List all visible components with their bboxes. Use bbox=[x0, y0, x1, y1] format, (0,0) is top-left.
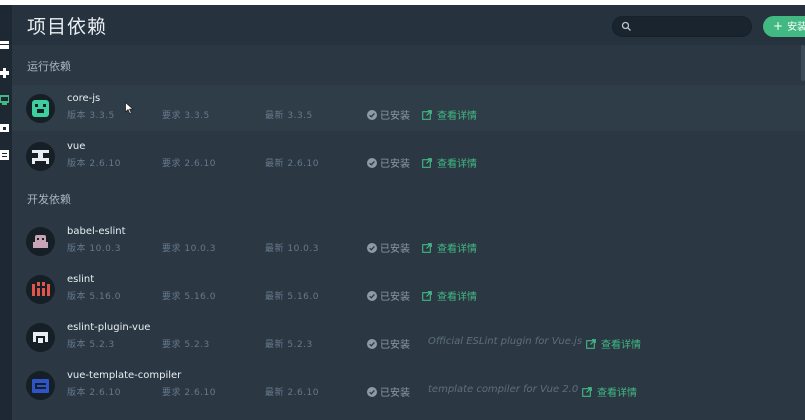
package-name: babel-eslint bbox=[67, 226, 126, 237]
scrollbar[interactable] bbox=[801, 45, 805, 81]
package-name: vue bbox=[67, 141, 86, 152]
install-status: 已安装 bbox=[367, 155, 410, 170]
view-details-link[interactable]: 查看详情 bbox=[422, 155, 477, 170]
plus-icon: + bbox=[773, 19, 784, 33]
package-avatar bbox=[26, 275, 55, 304]
page-header: 项目依赖 +安装依赖 bbox=[12, 5, 805, 45]
check-circle-icon bbox=[367, 158, 377, 168]
external-link-icon bbox=[422, 110, 432, 120]
page-title: 项目依赖 bbox=[27, 16, 108, 38]
check-circle-icon bbox=[367, 110, 377, 120]
external-link-icon bbox=[422, 158, 432, 168]
dependency-row[interactable]: eslint 版本 5.16.0 要求 5.16.0 最新 5.16.0 已安装… bbox=[12, 266, 805, 312]
package-description: template compiler for Vue 2.0 bbox=[428, 384, 579, 395]
sidebar bbox=[0, 5, 12, 420]
search-box[interactable] bbox=[612, 16, 752, 37]
section-runtime-title: 运行依赖 bbox=[27, 60, 71, 73]
external-link-icon bbox=[586, 339, 596, 349]
dependency-row[interactable]: babel-eslint 版本 10.0.3 要求 10.0.3 最新 10.0… bbox=[12, 218, 805, 264]
package-latest: 最新 3.3.5 bbox=[265, 111, 313, 121]
check-circle-icon bbox=[367, 243, 377, 253]
details-label: 查看详情 bbox=[437, 244, 477, 255]
status-label: 已安装 bbox=[380, 292, 410, 303]
install-status: 已安装 bbox=[367, 336, 410, 351]
dependencies-icon[interactable] bbox=[0, 95, 9, 105]
search-icon bbox=[621, 21, 631, 31]
dependency-row[interactable]: vue-template-compiler 版本 2.6.10 要求 2.6.1… bbox=[12, 362, 805, 408]
package-name: vue-template-compiler bbox=[67, 370, 182, 381]
package-version: 版本 2.6.10 bbox=[67, 159, 121, 169]
package-latest: 最新 5.16.0 bbox=[265, 292, 319, 302]
dashboard-icon[interactable] bbox=[0, 40, 9, 50]
package-wanted: 要求 5.2.3 bbox=[162, 340, 210, 350]
install-status: 已安装 bbox=[367, 288, 410, 303]
view-details-link[interactable]: 查看详情 bbox=[422, 288, 477, 303]
view-details-link[interactable]: 查看详情 bbox=[586, 336, 641, 351]
plugins-icon[interactable] bbox=[0, 68, 9, 78]
package-latest: 最新 10.0.3 bbox=[265, 244, 319, 254]
check-circle-icon bbox=[367, 339, 377, 349]
package-avatar bbox=[26, 142, 55, 171]
view-details-link[interactable]: 查看详情 bbox=[582, 384, 637, 399]
package-avatar bbox=[26, 371, 55, 400]
status-label: 已安装 bbox=[380, 244, 410, 255]
mouse-cursor-icon bbox=[125, 102, 134, 115]
package-wanted: 要求 10.0.3 bbox=[162, 244, 216, 254]
package-avatar bbox=[26, 94, 55, 123]
package-version: 版本 3.3.5 bbox=[67, 111, 115, 121]
view-details-link[interactable]: 查看详情 bbox=[422, 240, 477, 255]
install-status: 已安装 bbox=[367, 384, 410, 399]
package-avatar bbox=[26, 323, 55, 352]
details-label: 查看详情 bbox=[601, 340, 641, 351]
package-latest: 最新 5.2.3 bbox=[265, 340, 313, 350]
search-input[interactable] bbox=[635, 19, 745, 34]
package-version: 版本 10.0.3 bbox=[67, 244, 121, 254]
status-label: 已安装 bbox=[380, 111, 410, 122]
dependency-row[interactable]: vue 版本 2.6.10 要求 2.6.10 最新 2.6.10 已安装 查看… bbox=[12, 133, 805, 179]
view-details-link[interactable]: 查看详情 bbox=[422, 107, 477, 122]
package-wanted: 要求 5.16.0 bbox=[162, 292, 216, 302]
install-button-label: 安装依赖 bbox=[787, 22, 805, 33]
package-wanted: 要求 3.3.5 bbox=[162, 111, 210, 121]
package-version: 版本 2.6.10 bbox=[67, 388, 121, 398]
install-status: 已安装 bbox=[367, 107, 410, 122]
package-version: 版本 5.16.0 bbox=[67, 292, 121, 302]
external-link-icon bbox=[422, 243, 432, 253]
details-label: 查看详情 bbox=[437, 159, 477, 170]
package-name: eslint bbox=[67, 274, 95, 285]
status-label: 已安装 bbox=[380, 159, 410, 170]
section-dev-title: 开发依赖 bbox=[27, 193, 71, 206]
details-label: 查看详情 bbox=[437, 292, 477, 303]
check-circle-icon bbox=[367, 387, 377, 397]
external-link-icon bbox=[582, 387, 592, 397]
dependency-row[interactable]: eslint-plugin-vue 版本 5.2.3 要求 5.2.3 最新 5… bbox=[12, 314, 805, 360]
configuration-icon[interactable] bbox=[0, 123, 9, 133]
package-wanted: 要求 2.6.10 bbox=[162, 388, 216, 398]
package-latest: 最新 2.6.10 bbox=[265, 159, 319, 169]
check-circle-icon bbox=[367, 291, 377, 301]
status-label: 已安装 bbox=[380, 388, 410, 399]
package-avatar bbox=[26, 227, 55, 256]
package-version: 版本 5.2.3 bbox=[67, 340, 115, 350]
tasks-icon[interactable] bbox=[0, 150, 9, 160]
external-link-icon bbox=[422, 291, 432, 301]
install-status: 已安装 bbox=[367, 240, 410, 255]
status-label: 已安装 bbox=[380, 340, 410, 351]
package-wanted: 要求 2.6.10 bbox=[162, 159, 216, 169]
install-dependency-button[interactable]: +安装依赖 bbox=[763, 16, 805, 37]
package-name: eslint-plugin-vue bbox=[67, 322, 151, 333]
details-label: 查看详情 bbox=[597, 388, 637, 399]
package-latest: 最新 2.6.10 bbox=[265, 388, 319, 398]
package-name: core-js bbox=[67, 93, 101, 104]
details-label: 查看详情 bbox=[437, 111, 477, 122]
package-description: Official ESLint plugin for Vue.js bbox=[428, 336, 583, 347]
